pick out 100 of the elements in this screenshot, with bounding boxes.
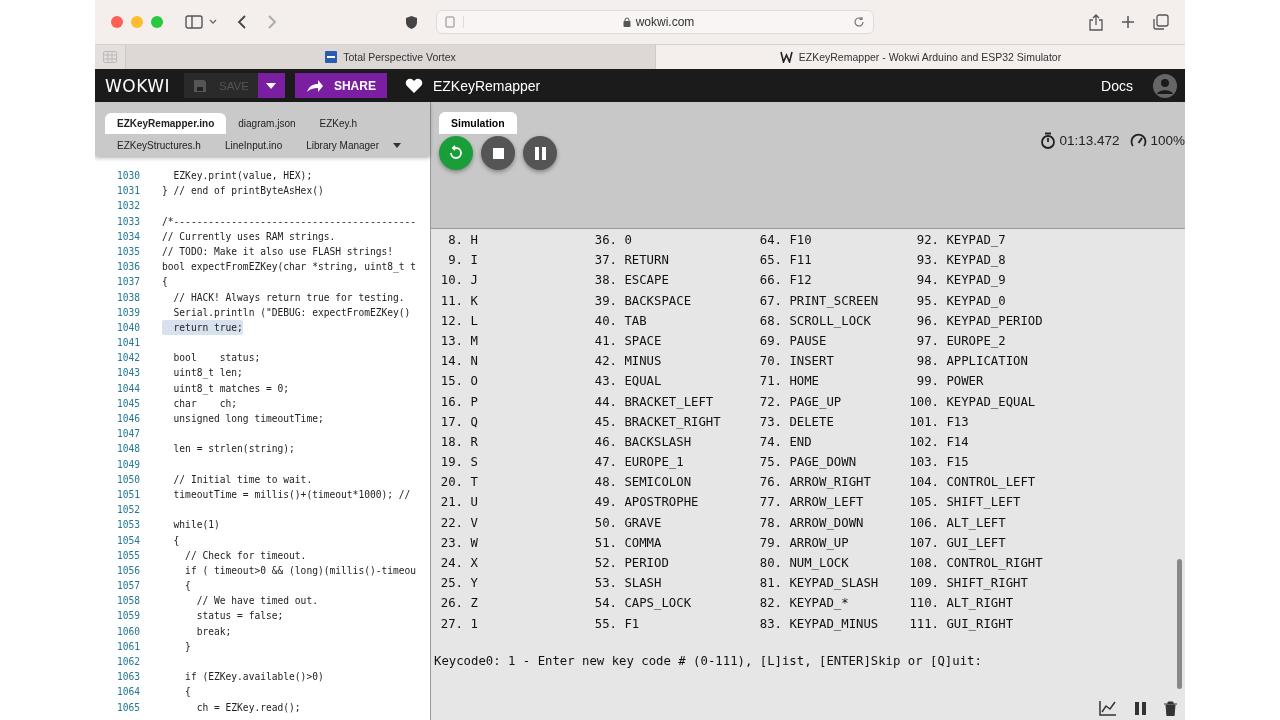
line-number: 1040 [115, 320, 141, 335]
line-number: 1063 [115, 670, 141, 685]
code-line: unsigned long timeoutTime; [172, 412, 324, 426]
line-number: 1051 [115, 487, 141, 502]
code-line: // Check for timeout. [184, 548, 307, 563]
sidebar-icon[interactable] [185, 15, 203, 29]
code-line: timeoutTime = millis()+(timeout*1000); // [172, 487, 411, 502]
restart-icon [448, 145, 464, 161]
serial-output-text: 71. HOME [758, 373, 821, 391]
line-number: 1064 [115, 685, 141, 700]
serial-output-text: 41. SPACE [593, 332, 663, 350]
code-line: ch = EZKey.read(); [195, 700, 301, 715]
caret-icon[interactable] [393, 142, 401, 148]
address-bar[interactable]: wokwi.com [436, 10, 874, 34]
serial-output-text: 36. 0 [593, 232, 633, 249]
code-line: if (EZKey.available()>0) [184, 670, 324, 685]
serial-output-text: 107. GUI_LEFT [908, 534, 1007, 552]
share-icon[interactable] [1089, 13, 1103, 31]
file-tab[interactable]: LineInput.ino [212, 134, 295, 156]
code-line: char ch; [172, 396, 238, 411]
shield-icon[interactable] [405, 14, 418, 30]
serial-output-text: 26. Z [439, 595, 479, 613]
code-line: // TODO: Make it also use FLASH strings! [162, 244, 394, 259]
serial-output-text: 98. APPLICATION [915, 353, 1029, 371]
code-line: // Currently uses RAM strings. [162, 229, 336, 244]
serial-output-text: 49. APOSTROPHE [593, 494, 700, 512]
serial-output-text: 72. PAGE_UP [758, 393, 843, 411]
docs-link[interactable]: Docs [1101, 77, 1133, 94]
share-button[interactable]: SHARE [294, 73, 387, 98]
code-line: uint8_t len; [172, 366, 243, 381]
serial-output-text: 76. ARROW_RIGHT [758, 474, 872, 492]
chart-icon[interactable] [1099, 700, 1117, 716]
heart-icon[interactable] [404, 77, 423, 94]
serial-output-text: 51. COMMA [593, 534, 663, 552]
serial-output-text: 21. U [439, 494, 479, 512]
code-line: /*------------------------------------------ [162, 214, 417, 229]
serial-output-text: 25. Y [439, 575, 479, 593]
serial-output-text: 80. NUM_LOCK [758, 555, 850, 572]
code-line: status = false; [195, 609, 284, 624]
file-tab[interactable]: EZKey.h [307, 112, 370, 134]
dropdown-button[interactable] [257, 73, 285, 98]
line-number: 1031 [115, 184, 141, 199]
favicon-icon [325, 51, 338, 63]
chevron-down-icon[interactable] [209, 19, 217, 25]
serial-output-text: 105. SHIFT_LEFT [908, 494, 1022, 512]
avatar-icon[interactable] [1153, 73, 1177, 98]
code-line: { [162, 275, 168, 290]
code-line: len = strlen(string); [172, 442, 295, 457]
serial-output-text: 104. CONTROL_LEFT [908, 474, 1037, 492]
serial-output-text: 75. PAGE_DOWN [758, 454, 858, 472]
stop-button[interactable] [481, 136, 515, 170]
file-tab[interactable]: diagram.json [226, 112, 308, 134]
stop-icon [492, 147, 504, 159]
serial-output-text: 48. SEMICOLON [593, 474, 693, 492]
line-number: 1060 [115, 624, 141, 639]
reload-icon[interactable] [853, 16, 865, 28]
code-line: bool status; [172, 351, 261, 366]
serial-output-text: 40. TAB [593, 312, 648, 330]
line-number: 1032 [115, 199, 141, 214]
serial-output-text: 43. EQUAL [593, 373, 663, 391]
pause-icon[interactable] [1135, 701, 1146, 715]
serial-output-text: 18. R [439, 433, 479, 451]
serial-output-text: 44. BRACKET_LEFT [593, 393, 715, 411]
trash-icon[interactable] [1164, 700, 1177, 716]
file-tab[interactable]: EZKeyStructures.h [105, 134, 213, 156]
serial-output-text: 14. N [439, 353, 479, 371]
code-line: { [184, 685, 191, 700]
serial-output-text: 39. BACKSPACE [593, 292, 693, 310]
project-name[interactable]: EZKeyRemapper [432, 77, 541, 94]
new-tab-icon[interactable] [1121, 15, 1135, 29]
browser-tab[interactable]: EZKeyRemapper - Wokwi Arduino and ESP32 Simulator [655, 45, 1185, 69]
serial-output-text: 38. ESCAPE [593, 272, 670, 290]
serial-output-text: 79. ARROW_UP [758, 534, 850, 552]
line-number: 1052 [115, 503, 141, 518]
browser-tab[interactable]: Total Perspective Vortex [125, 45, 655, 69]
file-tab[interactable]: EZKeyRemapper.ino [105, 112, 227, 134]
restart-button[interactable] [439, 136, 473, 170]
scrollbar-thumb[interactable] [1177, 559, 1182, 689]
file-tab[interactable]: Library Manager [294, 134, 391, 156]
tabs-overview-icon[interactable] [1153, 14, 1169, 30]
close-window-button[interactable] [111, 16, 123, 28]
serial-output-text: 24. X [439, 555, 479, 572]
line-number: 1049 [115, 457, 141, 472]
line-number: 1046 [115, 412, 141, 426]
serial-output-text: 45. BRACKET_RIGHT [593, 413, 722, 431]
simulation-tab[interactable]: Simulation [439, 112, 517, 134]
code-line: break; [195, 624, 232, 639]
line-number: 1061 [115, 639, 141, 654]
serial-output-text: 93. KEYPAD_8 [915, 252, 1007, 270]
wokwi-logo[interactable]: WOKWI [105, 75, 171, 96]
serial-output-text: 78. ARROW_DOWN [758, 514, 865, 532]
back-icon[interactable] [237, 14, 247, 30]
pause-icon [534, 146, 546, 160]
pause-button[interactable] [523, 136, 557, 170]
line-number: 1042 [115, 351, 141, 366]
code-line: bool expectFromEZKey(char *string, uint8_t t [162, 260, 417, 275]
serial-output-text: 82. KEYPAD_* [758, 595, 850, 613]
speedometer-icon [1130, 132, 1148, 148]
serial-output-text: 37. RETURN [593, 252, 670, 270]
line-number: 1041 [115, 336, 141, 351]
